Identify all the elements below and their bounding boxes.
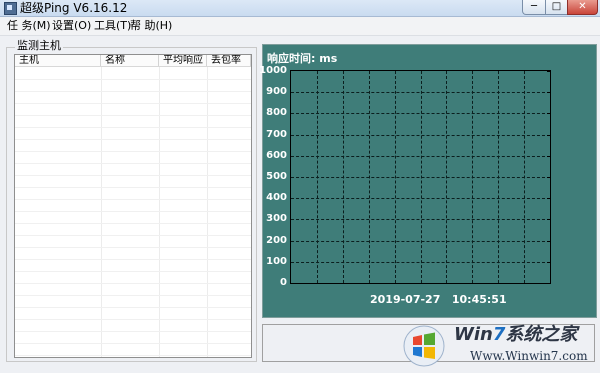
y-tick <box>547 219 550 221</box>
column-avg-response[interactable]: 平均响应 <box>159 55 207 66</box>
window-title: 超级Ping V6.16.12 <box>20 1 128 15</box>
y-tick <box>547 240 550 242</box>
list-row-line <box>15 307 251 308</box>
list-row-line <box>15 163 251 164</box>
list-row-line <box>15 355 251 356</box>
y-tick-label: 900 <box>266 86 287 98</box>
watermark-brand-suffix: 系统之家 <box>505 324 578 345</box>
list-row-line <box>15 295 251 296</box>
grid-line-vertical <box>524 71 526 283</box>
list-row-line <box>15 151 251 152</box>
y-tick-label: 0 <box>280 277 287 288</box>
graph-time: 10:45:51 <box>451 293 507 306</box>
list-row-line <box>15 115 251 116</box>
list-row-line <box>15 223 251 224</box>
grid-line-vertical <box>472 71 474 283</box>
menu-task[interactable]: 任 务(M) <box>7 20 51 32</box>
y-tick-label: 1000 <box>259 65 287 76</box>
y-tick <box>547 198 550 200</box>
grid-line-vertical <box>394 71 396 283</box>
title-bar[interactable]: 超级Ping V6.16.12 ─ □ ✕ <box>0 0 600 17</box>
list-row-line <box>15 235 251 236</box>
graph-date: 2019-07-27 <box>370 293 441 306</box>
list-row-line <box>15 271 251 272</box>
y-tick-label: 800 <box>266 107 287 119</box>
list-row-line <box>15 247 251 248</box>
app-window: 超级Ping V6.16.12 ─ □ ✕ 任 务(M) 设置(O) 工具(T)… <box>0 0 600 373</box>
list-row-line <box>15 139 251 140</box>
column-packet-loss[interactable]: 丢包率 <box>207 55 251 66</box>
monitor-group-label: 监测主机 <box>15 39 63 52</box>
grid-line-vertical <box>498 71 500 283</box>
list-row-line <box>15 211 251 212</box>
y-tick-label: 200 <box>266 234 287 246</box>
list-row-line <box>15 199 251 200</box>
windows-logo-icon <box>403 325 445 367</box>
list-row-line <box>15 343 251 344</box>
y-tick <box>547 177 550 178</box>
host-list[interactable]: 主机 名称 平均响应 丢包率 <box>14 54 252 358</box>
y-tick-label: 600 <box>266 149 287 161</box>
grid-line-vertical <box>368 71 370 283</box>
grid-line-vertical <box>342 71 344 283</box>
y-tick <box>547 113 550 115</box>
watermark-brand-prefix: Win <box>454 324 493 345</box>
y-tick <box>547 134 550 136</box>
graph-title: 响应时间: ms <box>267 52 338 65</box>
grid-line-vertical <box>316 71 318 283</box>
minimize-button[interactable]: ─ <box>522 0 546 15</box>
y-tick-label: 100 <box>266 255 287 267</box>
y-tick-label: 400 <box>266 192 287 204</box>
y-tick <box>547 283 550 284</box>
grid-line-vertical <box>420 71 422 283</box>
maximize-button[interactable]: □ <box>545 0 568 15</box>
list-row-line <box>15 175 251 176</box>
list-row-line <box>15 79 251 80</box>
grid-line-vertical <box>446 71 448 283</box>
y-tick-label: 700 <box>266 128 287 140</box>
y-tick-label: 300 <box>266 213 287 225</box>
y-tick <box>547 261 550 263</box>
menu-bar: 任 务(M) 设置(O) 工具(T) 帮 助(H) <box>0 17 600 36</box>
list-row-line <box>15 331 251 332</box>
watermark-brand-num: 7 <box>492 324 506 345</box>
app-icon <box>4 2 17 15</box>
list-row-line <box>15 187 251 188</box>
watermark-url: Www.Winwin7.com <box>470 349 588 363</box>
response-plot-area <box>290 70 551 284</box>
list-row-line <box>15 91 251 92</box>
site-watermark: Win7系统之家 Www.Winwin7.com <box>402 322 598 370</box>
list-row-line <box>15 319 251 320</box>
y-tick <box>547 71 550 72</box>
y-tick <box>547 155 550 157</box>
menu-tools[interactable]: 工具(T) <box>94 20 131 32</box>
menu-settings[interactable]: 设置(O) <box>52 20 91 32</box>
list-row-line <box>15 283 251 284</box>
y-tick <box>547 92 550 94</box>
host-list-header: 主机 名称 平均响应 丢包率 <box>15 55 251 67</box>
watermark-brand: Win7系统之家 <box>454 324 577 346</box>
menu-help[interactable]: 帮 助(H) <box>130 20 172 32</box>
column-name[interactable]: 名称 <box>101 55 159 66</box>
column-host[interactable]: 主机 <box>15 55 101 66</box>
column-divider <box>207 67 208 357</box>
list-row-line <box>15 103 251 104</box>
column-divider <box>159 67 160 357</box>
list-row-line <box>15 259 251 260</box>
list-row-line <box>15 127 251 128</box>
close-button[interactable]: ✕ <box>567 0 598 15</box>
column-divider <box>101 67 102 357</box>
y-tick-label: 500 <box>266 171 287 182</box>
graph-timestamp: 2019-07-27 10:45:51 <box>370 293 507 306</box>
